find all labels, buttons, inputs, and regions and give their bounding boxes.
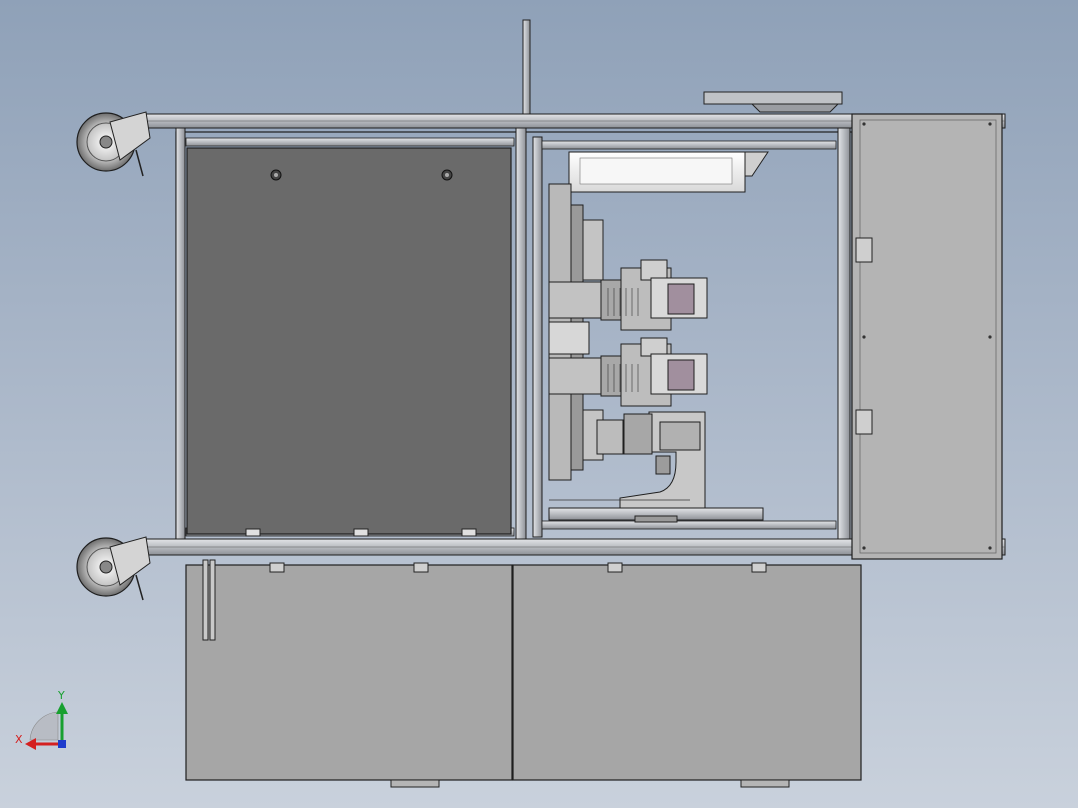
top-rod <box>522 19 531 117</box>
right-open-door <box>851 113 1003 560</box>
x-axis-label: X <box>15 733 23 746</box>
hinge <box>269 562 285 573</box>
z-axis-marker <box>58 740 66 748</box>
right-post <box>837 127 851 540</box>
door-panel <box>851 113 1003 560</box>
door-hinge <box>855 237 873 263</box>
clamp-upper <box>548 281 602 319</box>
top-mount-plate <box>703 91 843 105</box>
clamp-lower <box>548 357 602 395</box>
hinge <box>413 562 429 573</box>
coordinate-triad: X Y <box>15 689 68 750</box>
mechanism-assembly <box>548 151 769 523</box>
caster-bottom <box>76 536 151 601</box>
cad-drawing-canvas: X Y <box>15 19 1006 788</box>
y-axis-label: Y <box>57 689 65 702</box>
lower-panel-left <box>185 564 513 781</box>
door-hinge <box>855 409 873 435</box>
lower-panel-right <box>512 564 862 781</box>
dark-panel <box>186 147 512 535</box>
hinge <box>751 562 767 573</box>
middle-post <box>515 127 527 540</box>
left-cabinet-door <box>186 147 512 537</box>
lower-cabinet <box>185 559 862 788</box>
left-post <box>175 127 186 540</box>
hinge <box>607 562 623 573</box>
caster-top <box>76 111 151 177</box>
